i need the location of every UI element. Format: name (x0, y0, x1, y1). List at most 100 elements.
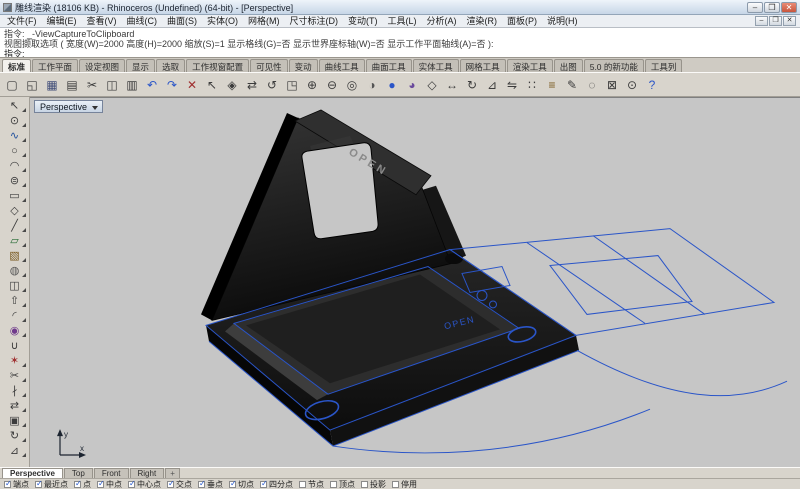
tab-surface-tools[interactable]: 曲面工具 (366, 59, 412, 72)
osnap-near[interactable]: 最近点 (35, 479, 68, 489)
menu-surface[interactable]: 曲面(S) (162, 15, 202, 27)
viewport-title-menu[interactable]: Perspective (34, 100, 103, 113)
boolean-icon[interactable]: ◉ (3, 323, 27, 338)
layers-icon[interactable]: ≡ (542, 75, 562, 95)
polygon-icon[interactable]: ◇ (3, 203, 27, 218)
tab-standard[interactable]: 标准 (2, 59, 31, 72)
document-close-button[interactable]: ✕ (783, 16, 796, 26)
circle-icon[interactable]: ○ (3, 143, 27, 158)
osnap-checkbox[interactable] (97, 481, 104, 488)
sphere-icon[interactable]: ◍ (3, 263, 27, 278)
osnap-checkbox[interactable] (361, 481, 368, 488)
new-file-icon[interactable]: ▢ (2, 75, 22, 95)
tab-curve-tools[interactable]: 曲线工具 (319, 59, 365, 72)
osnap-checkbox[interactable] (260, 481, 267, 488)
scale-tool-icon[interactable]: ⊿ (3, 443, 27, 458)
array-icon[interactable]: ∷ (522, 75, 542, 95)
osnap-checkbox[interactable] (128, 481, 135, 488)
zoom-extents-icon[interactable]: ◈ (222, 75, 242, 95)
osnap-checkbox[interactable] (35, 481, 42, 488)
command-prompt-input[interactable]: 指令: (4, 49, 796, 58)
rotate-tool-icon[interactable]: ↻ (3, 428, 27, 443)
paste-icon[interactable]: ▥ (122, 75, 142, 95)
rectangle-icon[interactable]: ▭ (3, 188, 27, 203)
tab-drafting[interactable]: 出图 (554, 59, 583, 72)
tab-select[interactable]: 选取 (156, 59, 185, 72)
menu-panels[interactable]: 面板(P) (502, 15, 542, 27)
osnap-checkbox[interactable] (198, 481, 205, 488)
cut-icon[interactable]: ✂ (82, 75, 102, 95)
lock-object-icon[interactable]: ⊠ (602, 75, 622, 95)
render-icon[interactable]: ● (382, 75, 402, 95)
osnap-end[interactable]: 端点 (4, 479, 29, 489)
surface-icon[interactable]: ▱ (3, 233, 27, 248)
osnap-checkbox[interactable] (74, 481, 81, 488)
osnap-center[interactable]: 中心点 (128, 479, 161, 489)
window-maximize-button[interactable]: ❒ (764, 2, 780, 13)
join-icon[interactable]: ∪ (3, 338, 27, 353)
osnap-point[interactable]: 点 (74, 479, 91, 489)
osnap-toggle-icon[interactable]: ⊙ (622, 75, 642, 95)
open-file-icon[interactable]: ◱ (22, 75, 42, 95)
menu-edit[interactable]: 编辑(E) (42, 15, 82, 27)
mirror-icon[interactable]: ⇋ (502, 75, 522, 95)
tab-mesh-tools[interactable]: 网格工具 (460, 59, 506, 72)
window-minimize-button[interactable]: – (747, 2, 763, 13)
tab-solid-tools[interactable]: 实体工具 (413, 59, 459, 72)
tab-cplanes[interactable]: 工作平面 (32, 59, 78, 72)
tab-new-in-v5[interactable]: 5.0 的新功能 (584, 59, 644, 72)
osnap-intersection[interactable]: 交点 (167, 479, 192, 489)
tab-set-view[interactable]: 设定视图 (79, 59, 125, 72)
move-icon[interactable]: ↔ (442, 75, 462, 95)
viewport-tab-add-button[interactable]: + (165, 468, 180, 478)
extrude-icon[interactable]: ⇧ (3, 293, 27, 308)
print-icon[interactable]: ▤ (62, 75, 82, 95)
select-icon[interactable]: ↖ (202, 75, 222, 95)
zoom-out-icon[interactable]: ⊖ (322, 75, 342, 95)
explode-icon[interactable]: ✶ (3, 353, 27, 368)
zoom-in-icon[interactable]: ⊕ (302, 75, 322, 95)
menu-curve[interactable]: 曲线(C) (122, 15, 163, 27)
menu-render[interactable]: 渲染(R) (462, 15, 503, 27)
help-icon[interactable]: ? (642, 75, 662, 95)
rotate-view-icon[interactable]: ↺ (262, 75, 282, 95)
menu-mesh[interactable]: 网格(M) (243, 15, 285, 27)
tab-render-tools[interactable]: 渲染工具 (507, 59, 553, 72)
menu-transform[interactable]: 变动(T) (343, 15, 383, 27)
osnap-checkbox[interactable] (167, 481, 174, 488)
tab-display[interactable]: 显示 (126, 59, 155, 72)
osnap-quadrant[interactable]: 四分点 (260, 479, 293, 489)
copy-tool-icon[interactable]: ▣ (3, 413, 27, 428)
menu-tools[interactable]: 工具(L) (383, 15, 422, 27)
menu-dimension[interactable]: 尺寸标注(D) (285, 15, 344, 27)
osnap-disable[interactable]: 停用 (392, 479, 417, 489)
osnap-mid[interactable]: 中点 (97, 479, 122, 489)
menu-solid[interactable]: 实体(O) (202, 15, 243, 27)
copy-icon[interactable]: ◫ (102, 75, 122, 95)
tab-toolbars[interactable]: 工具列 (645, 59, 683, 72)
move-tool-icon[interactable]: ⇄ (3, 398, 27, 413)
wireframe-view-icon[interactable]: ◇ (422, 75, 442, 95)
ellipse-icon[interactable]: ⊜ (3, 173, 27, 188)
tab-transform[interactable]: 变动 (289, 59, 318, 72)
menu-help[interactable]: 说明(H) (542, 15, 583, 27)
menu-view[interactable]: 查看(V) (82, 15, 122, 27)
arc-icon[interactable]: ◠ (3, 158, 27, 173)
pan-view-icon[interactable]: ⇄ (242, 75, 262, 95)
curve-icon[interactable]: ∿ (3, 128, 27, 143)
box-icon[interactable]: ▧ (3, 248, 27, 263)
menu-analyze[interactable]: 分析(A) (422, 15, 462, 27)
cylinder-icon[interactable]: ◫ (3, 278, 27, 293)
document-minimize-button[interactable]: – (755, 16, 768, 26)
save-icon[interactable]: ▦ (42, 75, 62, 95)
shaded-view-icon[interactable]: ◑ (362, 75, 382, 95)
osnap-knot[interactable]: 节点 (299, 479, 324, 489)
redo-icon[interactable]: ↷ (162, 75, 182, 95)
osnap-vertex[interactable]: 顶点 (330, 479, 355, 489)
document-restore-button[interactable]: ❒ (769, 16, 782, 26)
perspective-viewport[interactable]: Perspective (30, 97, 800, 467)
trim-icon[interactable]: ✂ (3, 368, 27, 383)
osnap-checkbox[interactable] (299, 481, 306, 488)
scale-icon[interactable]: ⊿ (482, 75, 502, 95)
split-icon[interactable]: ∤ (3, 383, 27, 398)
